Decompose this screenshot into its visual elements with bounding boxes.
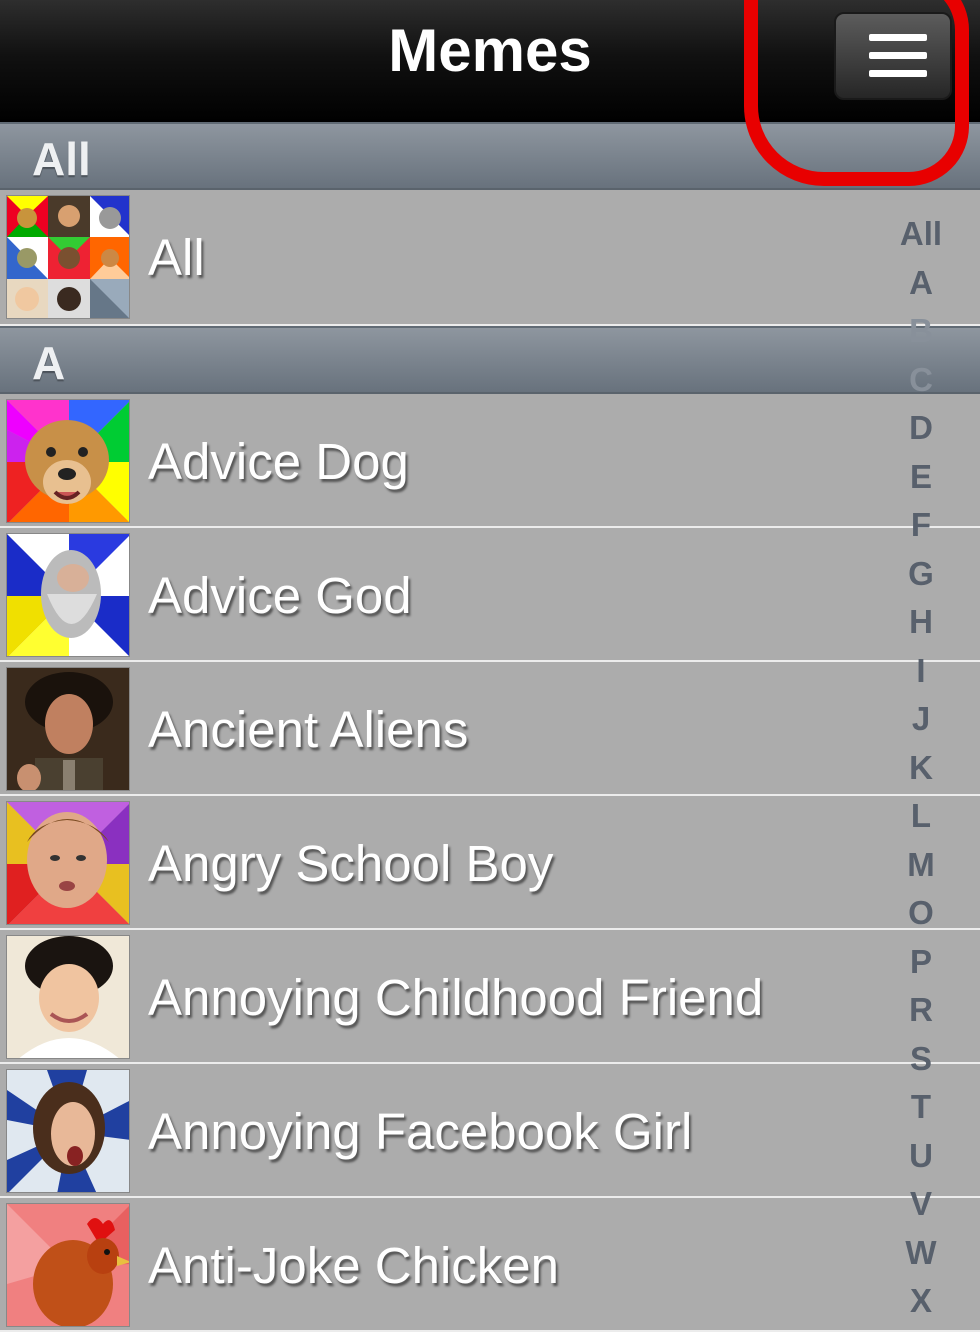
- index-letter[interactable]: U: [893, 1132, 949, 1181]
- list-item[interactable]: Advice God: [0, 528, 980, 662]
- list-item[interactable]: Annoying Childhood Friend: [0, 930, 980, 1064]
- meme-thumbnail: [6, 935, 130, 1059]
- index-letter[interactable]: H: [893, 598, 949, 647]
- index-letter[interactable]: T: [893, 1083, 949, 1132]
- index-letter[interactable]: F: [893, 501, 949, 550]
- meme-thumbnail: [6, 1203, 130, 1327]
- list-item[interactable]: Annoying Facebook Girl: [0, 1064, 980, 1198]
- index-letter[interactable]: S: [893, 1035, 949, 1084]
- page-title: Memes: [388, 17, 592, 84]
- list-item[interactable]: All: [0, 190, 980, 326]
- list-item-label: Ancient Aliens: [148, 701, 469, 758]
- list-item[interactable]: Angry School Boy: [0, 796, 980, 930]
- list-item-label: Advice God: [148, 567, 412, 624]
- meme-thumbnail: [6, 667, 130, 791]
- list-item-label: Anti-Joke Chicken: [148, 1237, 560, 1294]
- meme-thumbnail: [6, 399, 130, 523]
- index-letter[interactable]: All: [893, 210, 949, 259]
- list-item[interactable]: Ancient Aliens: [0, 662, 980, 796]
- index-letter[interactable]: G: [893, 550, 949, 599]
- index-letter[interactable]: J: [893, 695, 949, 744]
- index-letter[interactable]: A: [893, 259, 949, 308]
- menu-button[interactable]: [834, 12, 952, 100]
- index-letter[interactable]: B: [893, 307, 949, 356]
- list-item-label: Angry School Boy: [148, 835, 554, 892]
- meme-thumbnail: [6, 1069, 130, 1193]
- index-letter[interactable]: K: [893, 744, 949, 793]
- navigation-bar: Memes: [0, 0, 980, 124]
- meme-thumbnail: [6, 801, 130, 925]
- index-letter[interactable]: I: [893, 647, 949, 696]
- section-header-label: A: [32, 337, 66, 389]
- meme-thumbnail: [6, 195, 130, 319]
- list-item-label: Annoying Childhood Friend: [148, 969, 764, 1026]
- list-item-label: All: [148, 229, 205, 286]
- index-letter[interactable]: V: [893, 1180, 949, 1229]
- index-letter[interactable]: X: [893, 1277, 949, 1326]
- list-item-label: Annoying Facebook Girl: [148, 1103, 693, 1160]
- index-letter[interactable]: C: [893, 356, 949, 405]
- index-letter[interactable]: W: [893, 1229, 949, 1278]
- list-item[interactable]: Advice Dog: [0, 394, 980, 528]
- index-letter[interactable]: O: [893, 889, 949, 938]
- list-item-label: Advice Dog: [148, 433, 409, 490]
- list-item[interactable]: Anti-Joke Chicken: [0, 1198, 980, 1332]
- index-letter[interactable]: P: [893, 938, 949, 987]
- section-header-label: All: [32, 133, 91, 185]
- meme-thumbnail: [6, 533, 130, 657]
- section-header-a: A: [0, 326, 980, 394]
- section-index[interactable]: All A B C D E F G H I J K L M O P R S T …: [893, 210, 949, 1326]
- index-letter[interactable]: R: [893, 986, 949, 1035]
- index-letter[interactable]: E: [893, 453, 949, 502]
- index-letter[interactable]: L: [893, 792, 949, 841]
- index-letter[interactable]: D: [893, 404, 949, 453]
- index-letter[interactable]: M: [893, 841, 949, 890]
- section-header-all: All: [0, 122, 980, 190]
